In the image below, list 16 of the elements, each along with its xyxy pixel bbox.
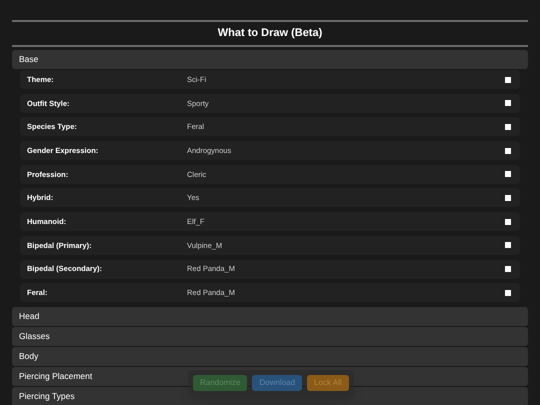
lock-checkbox[interactable] [505,76,511,82]
section-header[interactable]: Glasses [12,327,528,346]
lock-checkbox[interactable] [505,100,511,106]
lock-checkbox[interactable] [505,242,511,248]
section-header[interactable]: Head [12,307,528,326]
page-title: What to Draw (Beta) [218,26,322,42]
lock-checkbox[interactable] [505,124,511,130]
section-header[interactable]: Piercing Types [12,387,528,405]
lock-checkbox[interactable] [505,148,511,154]
section-header[interactable]: Body [12,347,528,366]
lock-checkbox[interactable] [505,266,511,272]
lock-checkbox[interactable] [505,290,511,296]
lock-checkbox[interactable] [505,194,511,201]
lock-checkbox[interactable] [505,171,511,178]
section-header[interactable]: Base [12,50,528,69]
lock-checkbox[interactable] [505,218,511,225]
